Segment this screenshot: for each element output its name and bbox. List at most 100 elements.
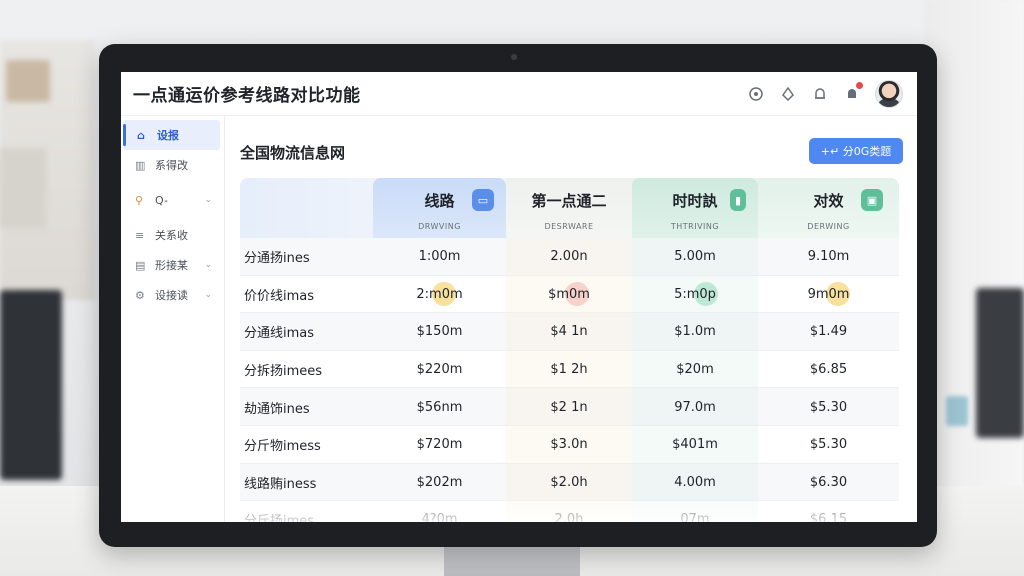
- sidebar-item-label: 设接读: [155, 289, 188, 302]
- value-cell: 1:00m: [418, 249, 461, 265]
- sidebar-item-relations[interactable]: ≡ 关系收: [121, 220, 224, 250]
- route-cell: 线路贿iness: [244, 476, 317, 492]
- route-cell: 价价线imas: [244, 288, 315, 304]
- box-icon: ▣: [861, 189, 883, 211]
- value-cell: $220m: [416, 362, 463, 378]
- value-cell: $5.30: [809, 399, 848, 415]
- table-row[interactable]: 分斤扬imes 4?0m 2.0h 07m $6.15: [240, 501, 899, 522]
- value-cell: 5.00m: [632, 238, 758, 276]
- sidebar: ⌂ 设报 ▥ 系得改 ⚲ Q- ⌄ ≡ 关系收 ▤ 形接某 ⌄ ⚙ 设接读 ⌄: [121, 116, 225, 522]
- table-row[interactable]: 分通扬ines 1:00m 2.00n 5.00m 9.10m: [240, 238, 899, 276]
- background-monitor-right: [976, 288, 1024, 438]
- value-cell: 9m0m: [807, 286, 850, 302]
- page-title: 全国物流信息网: [240, 144, 346, 162]
- list-icon: ≡: [135, 228, 145, 242]
- help-icon[interactable]: [747, 85, 765, 103]
- value-cell: $1.0m: [632, 313, 758, 351]
- monitor-stand: [444, 546, 580, 576]
- route-cell: 分斤扬imes: [244, 514, 315, 522]
- table-row[interactable]: 价价线imas 2:m0m $m0m 5:m0p 9m0m: [240, 275, 899, 314]
- table-body: 分通扬ines 1:00m 2.00n 5.00m 9.10m 价价线imas …: [240, 238, 899, 522]
- route-cell: 分拆扬imees: [244, 364, 323, 380]
- value-cell: $6.30: [809, 474, 848, 490]
- chevron-down-icon: ⌄: [204, 195, 212, 205]
- column-label: 第一点通二: [531, 192, 607, 210]
- table-row[interactable]: 分斤物imess $720m $3.0n $401m $5.30: [240, 425, 899, 464]
- bell-icon[interactable]: [811, 85, 829, 103]
- value-cell: $6.15: [809, 512, 848, 522]
- value-cell: $2.0h: [506, 463, 632, 502]
- notification-icon[interactable]: [843, 82, 863, 103]
- table-row[interactable]: 分拆扬imees $220m $1 2h $20m $6.85: [240, 350, 899, 389]
- column-header-4[interactable]: 对效 ▣ DERWING: [758, 178, 899, 238]
- value-cell: $56nm: [416, 399, 463, 415]
- value-cell: 2.0h: [506, 501, 632, 522]
- value-cell: $1 2h: [506, 350, 632, 389]
- chevron-down-icon: ⌄: [204, 290, 212, 300]
- sidebar-item-stats[interactable]: ▥ 系得改: [121, 150, 224, 180]
- value-cell: $401m: [632, 425, 758, 464]
- route-cell: 分通扬ines: [244, 251, 310, 267]
- value-cell: 4.00m: [632, 463, 758, 502]
- settings-icon: ⚙: [135, 288, 145, 302]
- sidebar-item-label: Q-: [155, 193, 168, 207]
- sidebar-item-settings[interactable]: ⚙ 设接读 ⌄: [121, 280, 224, 310]
- column-sublabel: DERWING: [807, 222, 850, 231]
- route-cell: 分斤物imess: [244, 439, 321, 455]
- value-cell: $1.49: [809, 324, 848, 340]
- column-header-3[interactable]: 时时訙 ▮ THTRIVING: [632, 178, 758, 238]
- notification-badge: [856, 82, 863, 89]
- table-row[interactable]: 劫通饰ines $56nm $2 1n 97.0m $5.30: [240, 388, 899, 426]
- chart-icon: ▥: [135, 158, 146, 172]
- value-cell: 2.00n: [506, 238, 632, 276]
- sidebar-item-label: 形接某: [155, 259, 188, 272]
- value-cell: $150m: [416, 324, 463, 340]
- background-frame: [0, 148, 46, 228]
- screen: 一点通运价参考线路对比功能 ⌂ 设报 ▥ 系得改 ⚲ Q- ⌄ ≡ 关系收 ▤ …: [121, 72, 917, 522]
- sidebar-item-search[interactable]: ⚲ Q- ⌄: [121, 180, 224, 220]
- value-cell: $20m: [632, 350, 758, 389]
- chat-icon: ▭: [472, 189, 494, 211]
- route-cell: 劫通饰ines: [244, 401, 310, 417]
- background-cup: [946, 396, 968, 426]
- camera: [511, 54, 517, 60]
- sidebar-item-reports[interactable]: ▤ 形接某 ⌄: [121, 250, 224, 280]
- table-row[interactable]: 线路贿iness $202m $2.0h 4.00m $6.30: [240, 463, 899, 502]
- value-cell: 07m: [632, 501, 758, 522]
- value-cell: $5.30: [809, 437, 848, 453]
- top-icons: [747, 80, 903, 108]
- column-sublabel: DRWVING: [418, 222, 461, 231]
- column-sublabel: THTRIVING: [670, 222, 720, 231]
- background-box: [6, 60, 50, 102]
- value-cell: $720m: [416, 437, 463, 453]
- route-cell: 分通线imas: [244, 326, 315, 342]
- background-monitor-left: [0, 290, 62, 480]
- table-header: 线路 ▭ DRWVING 第一点通二 DESRWARE 时时訙 ▮ THTRIV…: [240, 178, 899, 238]
- bar-icon: ▤: [135, 258, 146, 272]
- column-header-2[interactable]: 第一点通二 DESRWARE: [506, 178, 632, 238]
- comparison-table: 线路 ▭ DRWVING 第一点通二 DESRWARE 时时訙 ▮ THTRIV…: [240, 178, 899, 522]
- column-sublabel: DESRWARE: [544, 222, 594, 231]
- monitor: 一点通运价参考线路对比功能 ⌂ 设报 ▥ 系得改 ⚲ Q- ⌄ ≡ 关系收 ▤ …: [99, 44, 937, 547]
- column-header-route: [240, 178, 373, 238]
- column-header-1[interactable]: 线路 ▭ DRWVING: [373, 178, 506, 238]
- add-button[interactable]: +↵ 分0G类题: [809, 138, 903, 164]
- avatar[interactable]: [875, 80, 903, 108]
- main-content: 全国物流信息网 +↵ 分0G类题 线路 ▭ DRWVING 第一点通二 DESR…: [226, 116, 917, 522]
- tag-icon: ▮: [730, 189, 746, 211]
- home-icon: ⌂: [137, 128, 145, 142]
- value-cell: $3.0n: [506, 425, 632, 464]
- sidebar-item-label: 系得改: [155, 159, 188, 172]
- value-cell: $202m: [416, 474, 463, 490]
- value-cell: $6.85: [809, 362, 848, 378]
- value-cell: 9.10m: [807, 249, 850, 265]
- value-cell: $2 1n: [506, 388, 632, 426]
- value-cell: 2:m0m: [416, 286, 463, 302]
- puzzle-icon[interactable]: [779, 85, 797, 103]
- chevron-down-icon: ⌄: [204, 260, 212, 270]
- table-row[interactable]: 分通线imas $150m $4 1n $1.0m $1.49: [240, 313, 899, 351]
- value-cell: $m0m: [506, 275, 632, 314]
- sidebar-item-home[interactable]: ⌂ 设报: [123, 120, 220, 150]
- sidebar-item-label: 关系收: [155, 229, 188, 242]
- sidebar-item-label: 设报: [157, 129, 179, 142]
